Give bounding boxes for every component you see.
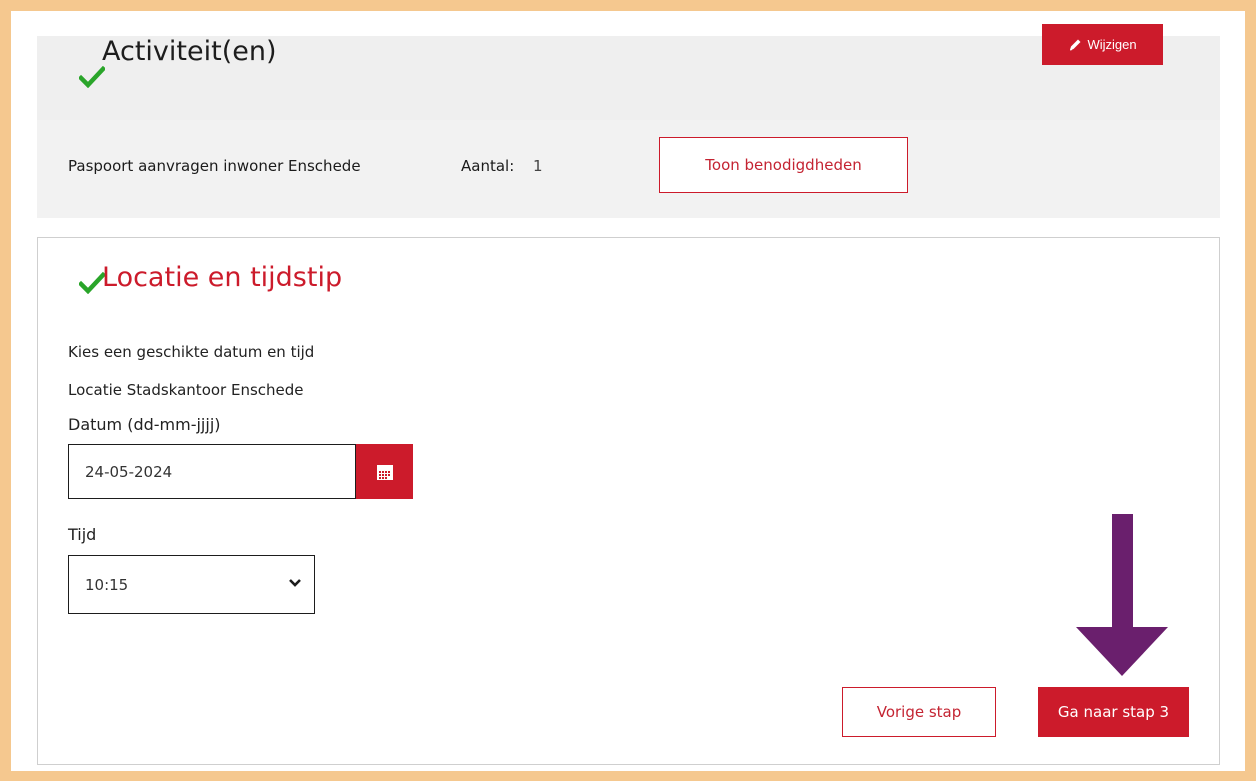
location-title: Locatie en tijdstip [102, 262, 343, 293]
edit-button[interactable]: Wijzigen [1042, 24, 1163, 65]
activities-title: Activiteit(en) [102, 36, 277, 67]
previous-step-button[interactable]: Vorige stap [842, 687, 996, 737]
time-select[interactable]: 10:15 [68, 555, 315, 614]
date-value: 24-05-2024 [85, 462, 173, 481]
count-label: Aantal: [461, 157, 515, 175]
pencil-icon [1070, 39, 1081, 50]
edit-label: Wijzigen [1087, 37, 1137, 52]
count-value: 1 [533, 157, 543, 175]
location-section [37, 237, 1220, 765]
calendar-button[interactable] [356, 444, 413, 499]
page-frame: Activiteit(en) Wijzigen Paspoort aanvrag… [11, 11, 1245, 771]
time-value: 10:15 [85, 575, 129, 594]
next-step-button[interactable]: Ga naar stap 3 [1038, 687, 1189, 737]
activity-name: Paspoort aanvragen inwoner Enschede [68, 157, 361, 175]
calendar-icon [376, 464, 393, 480]
date-input[interactable]: 24-05-2024 [68, 444, 356, 499]
date-label: Datum (dd-mm-jjjj) [68, 415, 221, 434]
arrow-down-icon [1076, 514, 1168, 676]
show-requirements-button[interactable]: Toon benodigdheden [659, 137, 908, 193]
time-label: Tijd [68, 525, 97, 544]
instruction-text: Kies een geschikte datum en tijd [68, 343, 315, 361]
check-icon [79, 66, 105, 88]
chevron-down-icon [289, 579, 301, 587]
location-text: Locatie Stadskantoor Enschede [68, 381, 304, 399]
